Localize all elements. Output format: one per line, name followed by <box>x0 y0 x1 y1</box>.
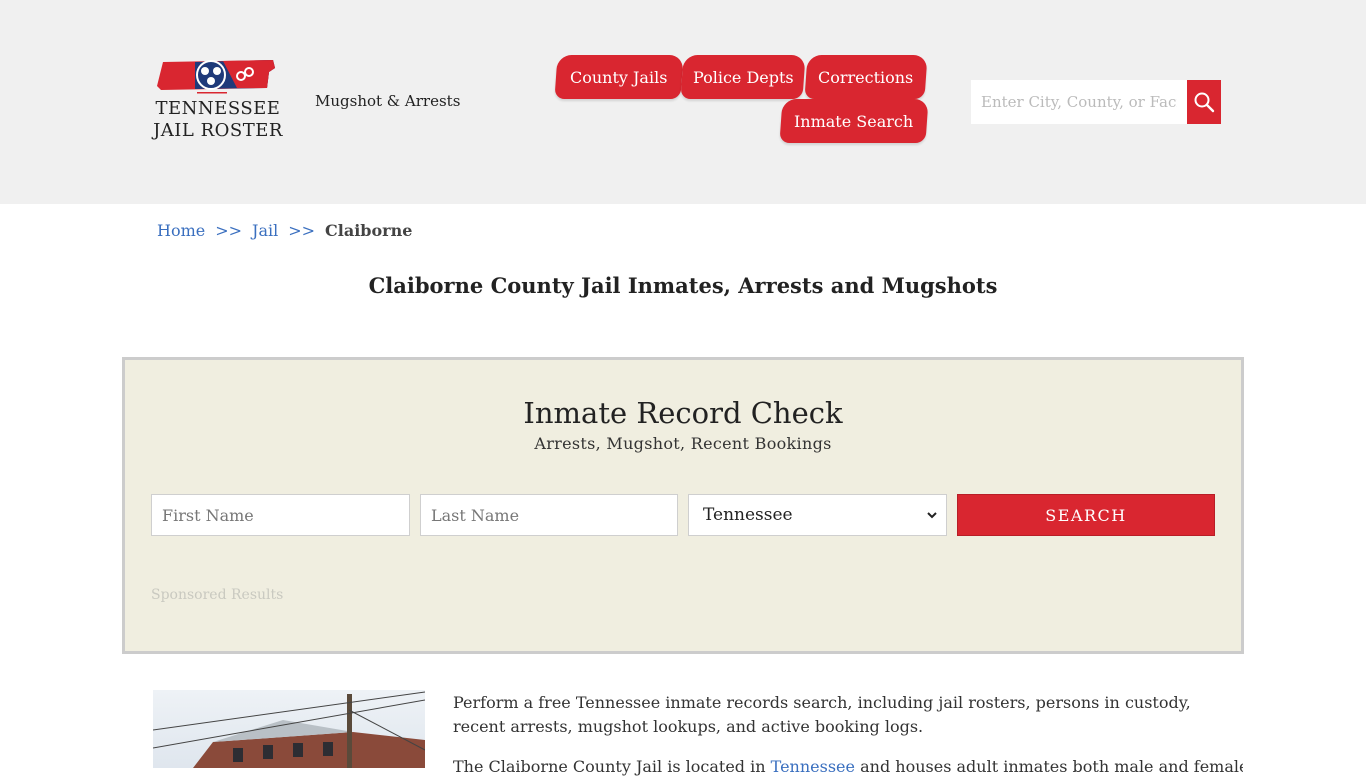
logo-line-1: TENNESSEE <box>155 98 281 119</box>
state-select-value: Tennessee <box>703 505 793 525</box>
header-search <box>971 80 1221 124</box>
logo-line-2: JAIL ROSTER <box>153 120 283 141</box>
inmate-record-check-panel: Inmate Record Check Arrests, Mugshot, Re… <box>122 357 1244 654</box>
site-logo[interactable]: TENNESSEE JAIL ROSTER <box>153 56 283 148</box>
nav-police-depts[interactable]: Police Depts <box>680 55 806 99</box>
building-image <box>153 691 425 768</box>
breadcrumb: Home >> Jail >> Claiborne <box>157 221 412 240</box>
site-header: TENNESSEE JAIL ROSTER Mugshot & Arrests … <box>0 0 1366 204</box>
breadcrumb-jail[interactable]: Jail <box>252 221 278 240</box>
breadcrumb-separator: >> <box>288 221 316 240</box>
breadcrumb-home[interactable]: Home <box>157 221 205 240</box>
record-check-title: Inmate Record Check <box>523 396 843 430</box>
page-title: Claiborne County Jail Inmates, Arrests a… <box>368 273 998 298</box>
magnifier-icon <box>1194 92 1215 113</box>
tennessee-flag-map-icon <box>157 60 275 94</box>
site-tagline: Mugshot & Arrests <box>315 92 461 110</box>
header-search-input[interactable] <box>971 80 1187 124</box>
sponsored-results-label: Sponsored Results <box>151 587 284 603</box>
breadcrumb-current: Claiborne <box>325 221 413 240</box>
breadcrumb-separator: >> <box>215 221 243 240</box>
header-search-button[interactable] <box>1187 80 1221 124</box>
record-search-button[interactable]: SEARCH <box>957 494 1215 536</box>
tennessee-link[interactable]: Tennessee <box>771 757 855 776</box>
last-name-input[interactable] <box>420 494 678 536</box>
location-paragraph: The Claiborne County Jail is located in … <box>453 757 1243 776</box>
nav-inmate-search[interactable]: Inmate Search <box>779 99 929 143</box>
state-select[interactable]: Tennessee <box>688 494 947 536</box>
chevron-down-icon <box>927 512 937 519</box>
jail-building-photo <box>153 690 425 768</box>
nav-corrections[interactable]: Corrections <box>804 55 928 99</box>
intro-paragraph: Perform a free Tennessee inmate records … <box>453 693 1191 736</box>
first-name-input[interactable] <box>151 494 410 536</box>
record-check-subtitle: Arrests, Mugshot, Recent Bookings <box>534 434 832 453</box>
nav-county-jails[interactable]: County Jails <box>554 55 684 99</box>
